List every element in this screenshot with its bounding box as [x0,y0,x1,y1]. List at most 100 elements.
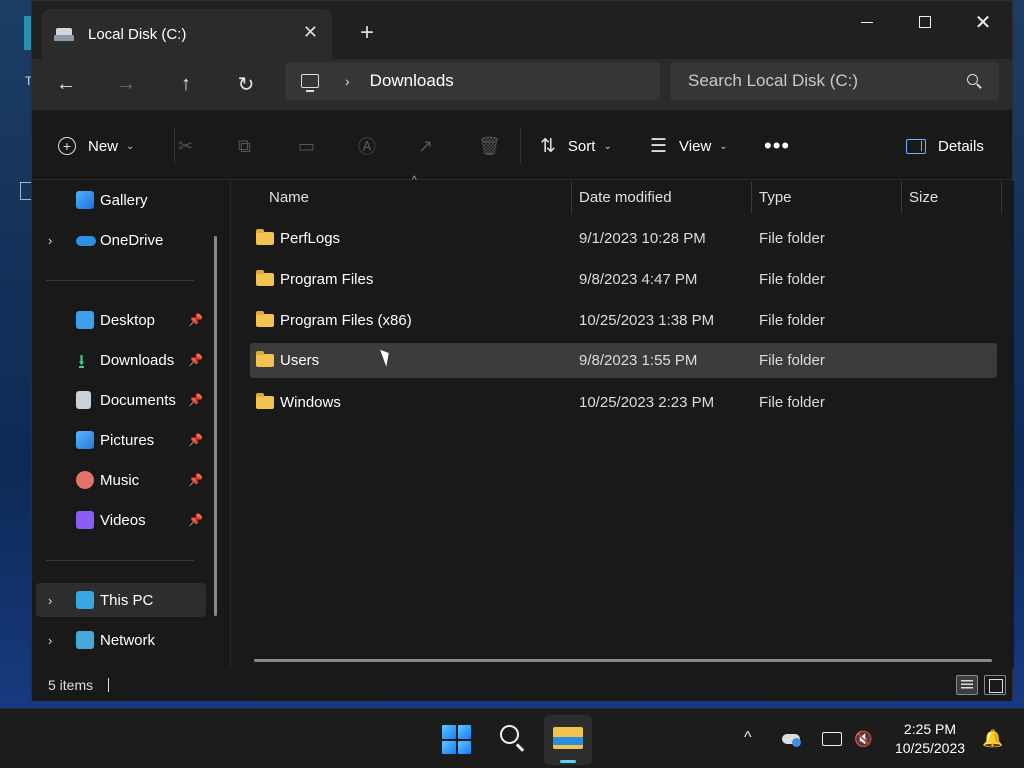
file-date: 10/25/2023 1:38 PM [579,312,715,329]
file-name: Program Files (x86) [280,312,412,329]
table-row[interactable]: Windows 10/25/2023 2:23 PM File folder [250,385,997,420]
view-label: View [679,137,712,155]
table-row[interactable]: Program Files (x86) 10/25/2023 1:38 PM F… [250,303,997,338]
file-date: 9/1/2023 10:28 PM [579,230,706,247]
start-button[interactable] [442,725,471,754]
file-explorer-icon [553,727,583,749]
file-explorer-window: Local Disk (C:) ✕ + ✕ ← → ↑ ↻ › Download… [31,0,1014,701]
breadcrumb-chevron-icon[interactable]: › [345,73,350,89]
cut-button[interactable]: ✂ [178,132,193,160]
new-button[interactable]: + New ⌄ [58,132,134,160]
sidebar-item-documents[interactable]: Documents 📌 [36,383,206,417]
pin-icon: 📌 [188,473,203,487]
file-name: Program Files [280,271,374,288]
search-input[interactable]: Search Local Disk (C:) [688,71,967,91]
details-pane-icon [906,138,926,154]
onedrive-tray-icon[interactable] [782,730,802,748]
view-button[interactable]: ☰ View ⌄ [650,132,728,160]
sidebar-item-desktop[interactable]: Desktop 📌 [36,303,206,337]
pane-splitter[interactable] [230,181,231,669]
search-box[interactable]: Search Local Disk (C:) [670,62,999,100]
refresh-button[interactable]: ↻ [229,69,263,99]
minimize-button[interactable] [842,7,892,37]
table-row[interactable]: PerfLogs 9/1/2023 10:28 PM File folder [250,221,997,256]
table-row[interactable]: Program Files 9/8/2023 4:47 PM File fold… [250,262,997,297]
sidebar-item-label: Network [100,631,156,649]
volume-muted-icon[interactable]: 🔇 [854,730,874,748]
back-button[interactable]: ← [49,69,83,99]
pin-icon: 📌 [188,313,203,327]
rename-button[interactable]: Ⓐ [358,132,376,160]
show-hidden-icons-icon[interactable]: ^ [744,729,752,747]
chevron-down-icon: ⌄ [719,140,728,152]
chevron-right-icon[interactable]: › [48,233,52,248]
chevron-right-icon[interactable]: › [48,633,52,648]
column-header-name[interactable]: Name [269,181,309,213]
large-icons-view-button[interactable] [984,675,1006,695]
system-clock[interactable]: 2:25 PM 10/25/2023 [888,720,972,758]
more-options-button[interactable]: ••• [764,132,790,160]
network-tray-icon[interactable] [822,732,842,746]
horizontal-scrollbar[interactable] [254,659,992,662]
share-button[interactable]: ↗ [418,132,433,160]
close-tab-icon[interactable]: ✕ [303,21,318,43]
column-header-size[interactable]: Size [909,181,938,213]
sort-button[interactable]: ⇅ Sort ⌄ [540,132,612,160]
sidebar-item-onedrive[interactable]: › OneDrive [36,223,206,257]
sidebar-item-this-pc[interactable]: › This PC [36,583,206,617]
pin-icon: 📌 [188,353,203,367]
column-divider[interactable] [751,181,752,213]
details-label: Details [938,137,984,155]
column-header-type[interactable]: Type [759,181,792,213]
up-button[interactable]: ↑ [169,69,203,99]
music-icon [76,471,94,489]
file-type: File folder [759,394,825,411]
tab-title: Local Disk (C:) [88,25,187,43]
taskbar: ^ 🔇 2:25 PM 10/25/2023 🔔 [0,708,1024,768]
clock-time: 2:25 PM [903,721,957,737]
notification-bell-icon[interactable]: 🔔 [982,729,1003,749]
file-date: 10/25/2023 2:23 PM [579,394,715,411]
breadcrumb-downloads[interactable]: Downloads [370,71,454,91]
details-pane-button[interactable]: Details [906,132,984,160]
sidebar-item-label: Gallery [100,191,148,209]
sidebar-item-music[interactable]: Music 📌 [36,463,206,497]
sidebar-item-pictures[interactable]: Pictures 📌 [36,423,206,457]
details-view-button[interactable] [956,675,978,695]
taskbar-search-icon[interactable] [500,725,526,751]
folder-icon [256,351,274,367]
sidebar-divider [46,560,194,561]
sidebar-item-downloads[interactable]: Downloads 📌 [36,343,206,381]
paste-button[interactable]: ▭ [298,132,315,160]
maximize-button[interactable] [900,7,950,37]
gallery-icon [76,191,94,209]
search-icon[interactable] [967,74,981,88]
taskbar-file-explorer[interactable] [544,715,592,765]
chevron-right-icon[interactable]: › [48,593,52,608]
sidebar-item-network[interactable]: › Network [36,623,206,657]
folder-icon [256,311,274,327]
address-bar[interactable]: › Downloads [285,62,660,100]
tab-local-disk[interactable]: Local Disk (C:) ✕ [42,9,332,59]
sidebar-scrollbar[interactable] [214,236,217,616]
trash-icon: 🗑 [478,135,501,156]
status-divider [108,678,109,692]
copy-button[interactable]: ⧉ [238,132,251,160]
this-pc-icon [76,591,94,609]
chevron-down-icon: ⌄ [126,140,135,152]
pin-icon: 📌 [188,433,203,447]
folder-icon [256,270,274,286]
new-tab-button[interactable]: + [360,19,374,47]
column-header-date[interactable]: Date modified [579,181,672,213]
column-divider[interactable] [901,181,902,213]
forward-button[interactable]: → [109,69,143,99]
column-divider[interactable] [1001,181,1002,213]
sidebar-item-gallery[interactable]: Gallery [36,183,206,217]
table-row[interactable]: Users 9/8/2023 1:55 PM File folder [250,343,997,378]
sidebar-item-videos[interactable]: Videos 📌 [36,503,206,537]
delete-button[interactable]: 🗑 [478,132,501,160]
pictures-icon [76,431,94,449]
column-divider[interactable] [571,181,572,213]
close-window-button[interactable]: ✕ [958,7,1008,37]
sidebar-item-label: Desktop [100,311,156,329]
